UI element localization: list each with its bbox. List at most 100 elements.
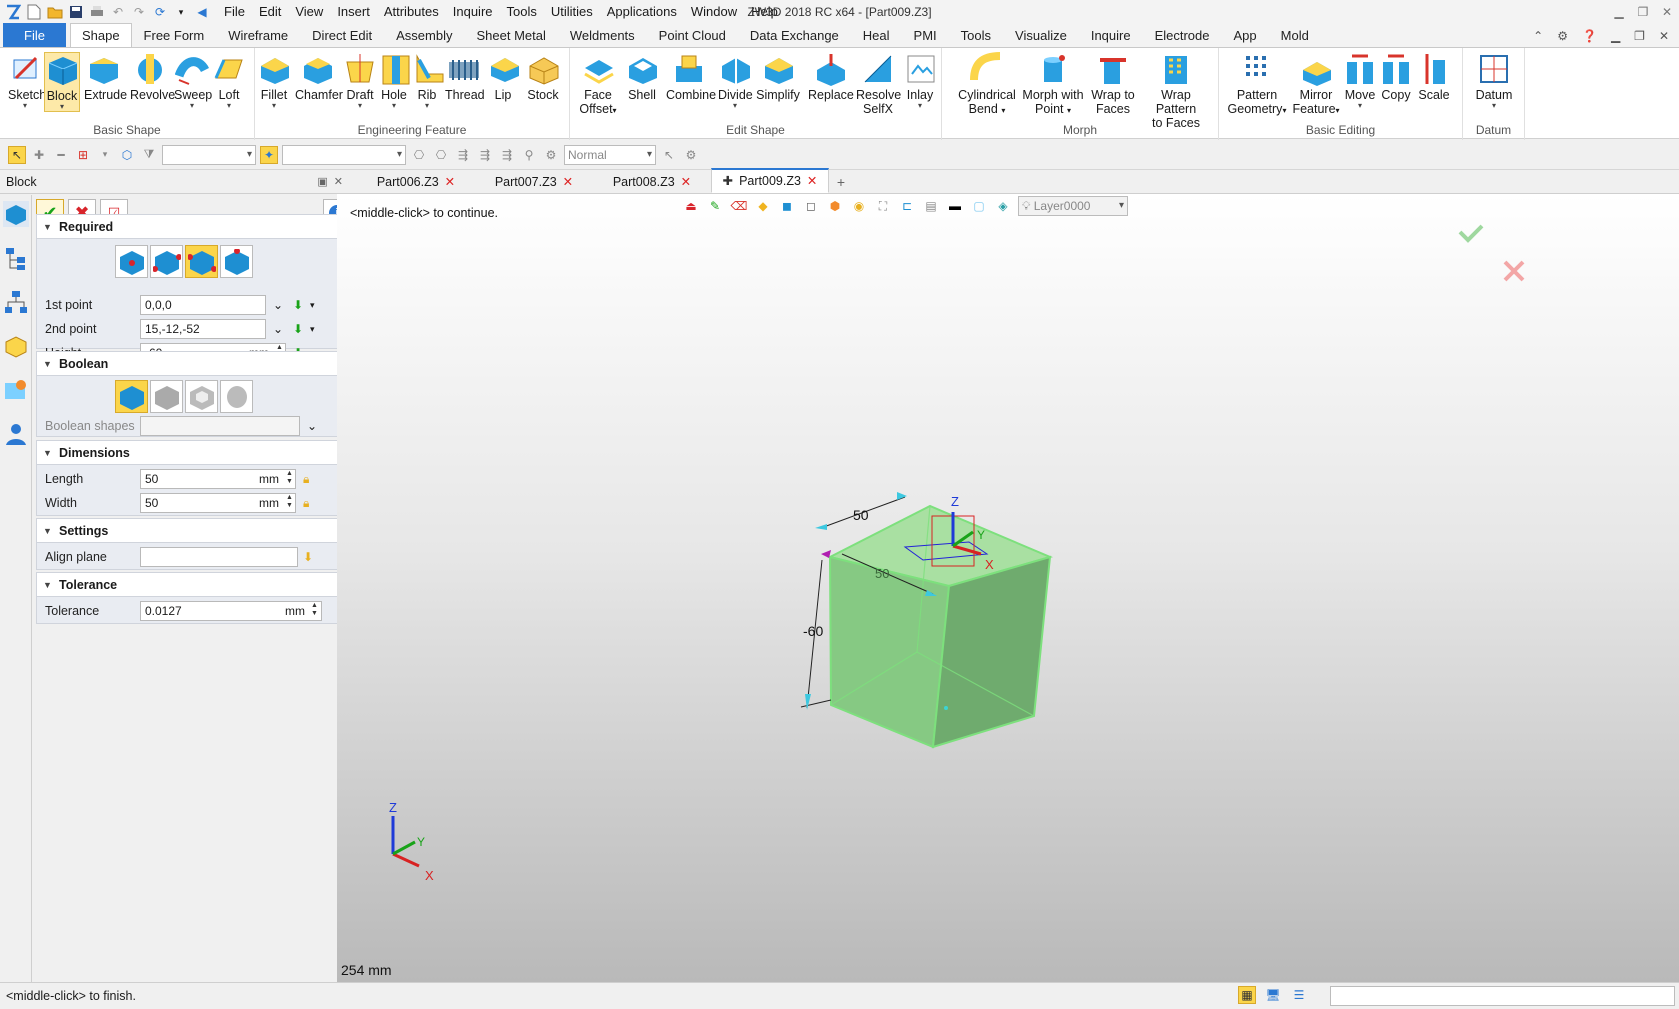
new-tab-button[interactable]: + (829, 171, 853, 193)
section-header-boolean[interactable]: Boolean (37, 352, 350, 376)
tab-sheet-metal[interactable]: Sheet Metal (465, 23, 558, 48)
menu-insert[interactable]: Insert (330, 0, 377, 24)
doc-tab-active[interactable]: ✚ Part009.Z3 ✕ (711, 168, 829, 193)
shell-button[interactable]: Shell (624, 52, 660, 102)
tab-data-exchange[interactable]: Data Exchange (738, 23, 851, 48)
command-input[interactable] (1330, 986, 1675, 1006)
minimize-doc-icon[interactable]: ▁ (1611, 24, 1620, 48)
pattern-geometry-button[interactable]: Pattern Geometry▾ (1225, 52, 1289, 118)
second-point-input[interactable]: 15,-12,-52 (140, 319, 266, 339)
tab-shape[interactable]: Shape (69, 23, 132, 48)
menu-attributes[interactable]: Attributes (377, 0, 446, 24)
chamfer-button[interactable]: Chamfer (295, 52, 343, 102)
pick-point-icon[interactable]: ⬇ (293, 295, 303, 315)
wrap-to-faces-button[interactable]: Wrap to Faces (1090, 52, 1136, 116)
menu-utilities[interactable]: Utilities (544, 0, 600, 24)
boolean-remove-icon[interactable] (185, 380, 218, 413)
hole-button[interactable]: Hole ▾ (379, 52, 410, 110)
refresh-icon[interactable]: ⟳ (151, 3, 169, 21)
tack-icon[interactable]: ⚲ (520, 146, 538, 164)
menu-inquire[interactable]: Inquire (446, 0, 500, 24)
chevron-down-icon[interactable]: ▾ (310, 295, 315, 315)
undo-icon[interactable]: ↶ (109, 3, 127, 21)
add-icon[interactable]: ✚ (30, 146, 48, 164)
remove-icon[interactable]: ━ (52, 146, 70, 164)
filter-icon[interactable]: ⧩ (140, 146, 158, 164)
lock-icon[interactable]: 🔒︎ (303, 493, 309, 513)
expand-icon[interactable]: ⌄ (273, 319, 283, 339)
accept-icon[interactable] (1458, 224, 1484, 243)
sketch-button[interactable]: Sketch ▾ (8, 52, 46, 110)
restore-doc-icon[interactable]: ❐ (1634, 24, 1645, 48)
boolean-shapes-input[interactable] (140, 416, 300, 436)
align3-icon[interactable]: ⇶ (498, 146, 516, 164)
help-icon[interactable]: ❓ (1582, 24, 1597, 48)
boolean-base-icon[interactable] (115, 380, 148, 413)
minimize-icon[interactable]: ▁ (1607, 0, 1631, 24)
chevron-down-icon[interactable]: ▾ (96, 146, 114, 164)
block-type-center-icon[interactable] (115, 245, 148, 278)
snap-icon[interactable]: ⎔ (410, 146, 428, 164)
mirror-feature-button[interactable]: Mirror Feature▾ (1291, 52, 1341, 118)
thread-button[interactable]: Thread (445, 52, 485, 102)
close-doc-icon[interactable]: ✕ (1659, 24, 1669, 48)
revolve-button[interactable]: Revolve (130, 52, 175, 102)
expand-icon[interactable]: ⌄ (273, 295, 283, 315)
align-icon[interactable]: ⇶ (454, 146, 472, 164)
new-file-icon[interactable] (25, 3, 43, 21)
tab-free-form[interactable]: Free Form (132, 23, 217, 48)
section-header-tolerance[interactable]: Tolerance (37, 573, 350, 597)
move-button[interactable]: Move ▾ (1343, 52, 1377, 110)
loft-button[interactable]: Loft ▾ (212, 52, 246, 110)
wrap-pattern-to-faces-button[interactable]: Wrap Pattern to Faces (1140, 52, 1212, 130)
gear-icon[interactable]: ⚙ (1557, 24, 1568, 48)
save-icon[interactable] (67, 3, 85, 21)
block-type-corner-icon[interactable] (150, 245, 183, 278)
tab-inquire[interactable]: Inquire (1079, 23, 1143, 48)
spinner-icon[interactable]: ▲▼ (286, 470, 293, 486)
app-logo-icon[interactable] (4, 3, 22, 21)
block-preview[interactable] (827, 504, 1053, 749)
pick-point-icon[interactable]: ⬇ (293, 319, 303, 339)
tab-visualize[interactable]: Visualize (1003, 23, 1079, 48)
tab-mold[interactable]: Mold (1269, 23, 1321, 48)
section-header-dimensions[interactable]: Dimensions (37, 441, 350, 465)
user-icon[interactable] (3, 421, 29, 447)
rib-button[interactable]: Rib ▾ (413, 52, 444, 110)
select-box-icon[interactable]: ⊞ (74, 146, 92, 164)
divide-button[interactable]: Divide ▾ (718, 52, 753, 110)
close-icon[interactable]: ✕ (1655, 0, 1679, 24)
arrow-left-icon[interactable]: ◀ (193, 3, 211, 21)
sweep-button[interactable]: Sweep ▾ (174, 52, 212, 110)
pin-icon[interactable]: ▣ (317, 176, 333, 188)
doc-tab[interactable]: Part007.Z3 ✕ (475, 171, 593, 193)
align-plane-input[interactable] (140, 547, 298, 567)
visual-manager-icon[interactable] (3, 377, 29, 403)
dimension-height[interactable]: -60 (800, 559, 832, 710)
menu-file[interactable]: File (217, 0, 252, 24)
block-type-face-icon[interactable] (220, 245, 253, 278)
redo-icon[interactable]: ↷ (130, 3, 148, 21)
chevron-down-icon[interactable]: ▾ (172, 3, 190, 21)
combine-button[interactable]: Combine (666, 52, 716, 102)
chevron-down-icon[interactable]: ▾ (310, 319, 315, 339)
boolean-intersect-icon[interactable] (220, 380, 253, 413)
assembly-tree-icon[interactable] (3, 289, 29, 315)
snap2-icon[interactable]: ⎔ (432, 146, 450, 164)
replace-button[interactable]: Replace (808, 52, 854, 102)
menu-applications[interactable]: Applications (600, 0, 684, 24)
history-tree-icon[interactable] (3, 245, 29, 271)
simplify-button[interactable]: Simplify (756, 52, 800, 102)
reject-icon[interactable] (1503, 260, 1525, 282)
draft-button[interactable]: Draft ▾ (343, 52, 377, 110)
graphics-viewport[interactable]: ⏏ ✎ ⌫ ◆ ◼ ◻ ⬢ ◉ ⛶ ⊏ ▤ ▬ ▢ ◈ 💡︎ Layer0000… (337, 194, 1679, 982)
settings-icon[interactable]: ⚙ (682, 146, 700, 164)
tab-view-icon[interactable]: ▦ (1238, 986, 1256, 1004)
section-header-settings[interactable]: Settings (37, 519, 350, 543)
tab-wireframe[interactable]: Wireframe (216, 23, 300, 48)
render-settings-icon[interactable]: ⚙ (542, 146, 560, 164)
smart-pick-icon[interactable]: ✦ (260, 145, 278, 164)
menu-window[interactable]: Window (684, 0, 744, 24)
close-tab-icon[interactable]: ✕ (563, 175, 573, 189)
doc-tab[interactable]: Part006.Z3 ✕ (357, 171, 475, 193)
